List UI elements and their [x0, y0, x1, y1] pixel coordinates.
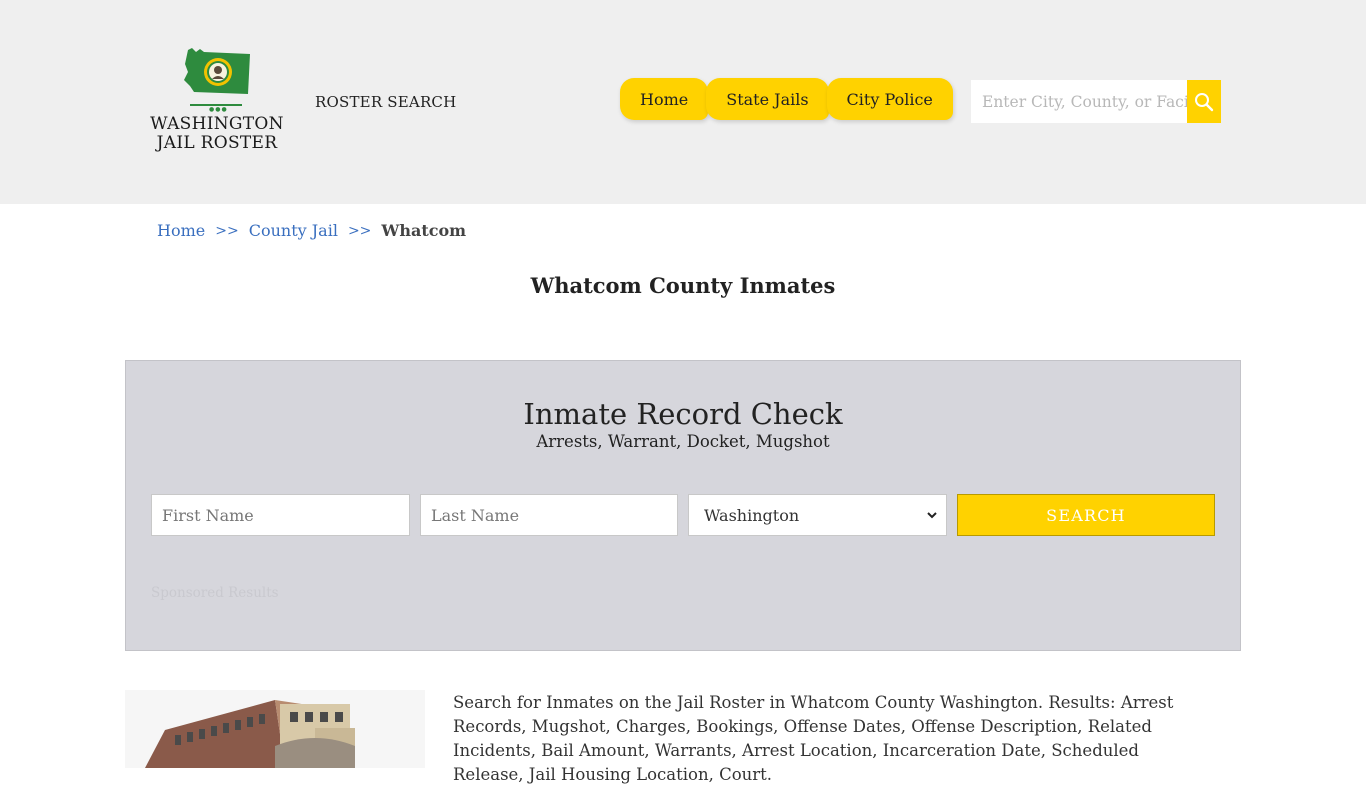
logo-text: WASHINGTON JAIL ROSTER [150, 115, 284, 153]
washington-state-seal-icon [184, 48, 250, 94]
nav-state-jails[interactable]: State Jails [706, 78, 829, 120]
breadcrumb-separator: >> [347, 222, 372, 239]
state-select[interactable]: Washington [688, 494, 947, 536]
page-title: Whatcom County Inmates [530, 273, 836, 298]
roster-search-link[interactable]: ROSTER SEARCH [315, 93, 456, 111]
breadcrumb-current: Whatcom [381, 221, 467, 240]
chevron-down-icon [927, 512, 937, 519]
facility-search-button[interactable] [1187, 80, 1221, 123]
facility-search-input[interactable] [971, 80, 1187, 123]
breadcrumb-separator: >> [215, 222, 239, 239]
last-name-input[interactable] [420, 494, 678, 536]
site-header: ●●● WASHINGTON JAIL ROSTER ROSTER SEARCH… [0, 0, 1366, 204]
jail-building-photo [125, 690, 425, 768]
panel-subtitle: Arrests, Warrant, Docket, Mugshot [536, 432, 830, 451]
logo-line-1: WASHINGTON [150, 114, 284, 134]
nav-city-police[interactable]: City Police [826, 78, 953, 120]
breadcrumb: Home >> County Jail >> Whatcom [157, 221, 466, 240]
first-name-input[interactable] [151, 494, 410, 536]
breadcrumb-home[interactable]: Home [157, 221, 205, 240]
facility-search [971, 80, 1221, 123]
building-image [125, 690, 425, 768]
logo-dots: ●●● [209, 106, 228, 113]
nav-home[interactable]: Home [620, 78, 709, 120]
county-description: Search for Inmates on the Jail Roster in… [453, 693, 1174, 784]
sponsored-results-label: Sponsored Results [151, 585, 279, 601]
search-button[interactable]: SEARCH [957, 494, 1215, 536]
breadcrumb-county-jail[interactable]: County Jail [249, 221, 338, 240]
panel-title: Inmate Record Check [523, 397, 843, 431]
main-nav: Home State Jails City Police [620, 78, 953, 120]
inmate-record-check-panel: Inmate Record Check Arrests, Warrant, Do… [125, 360, 1241, 651]
magnifier-icon [1195, 92, 1214, 111]
logo-line-2: JAIL ROSTER [156, 133, 278, 153]
state-select-value: Washington [704, 505, 800, 525]
site-logo[interactable]: ●●● WASHINGTON JAIL ROSTER [150, 46, 284, 158]
